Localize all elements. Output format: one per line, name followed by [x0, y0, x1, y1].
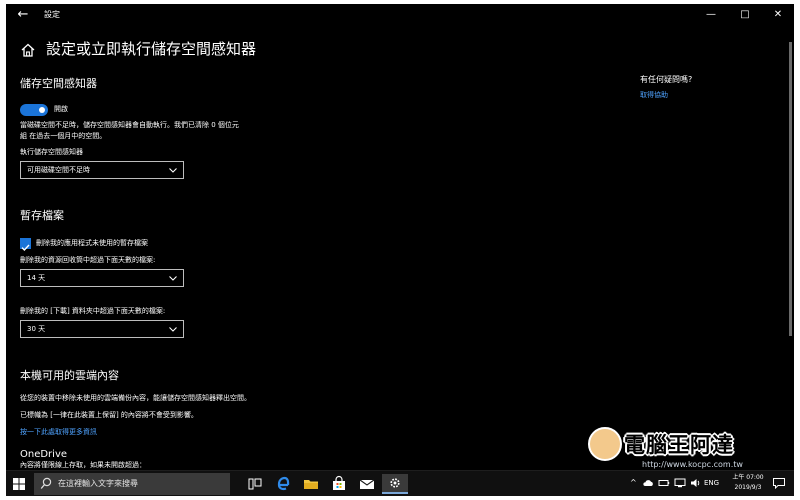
- clock[interactable]: 上午 07:00 2019/9/3: [726, 473, 770, 493]
- storage-sense-description-2: 組 在過去一個月中的空間。: [20, 132, 107, 140]
- cloud-description-1: 從您的裝置中移除未使用的雲端備份內容，能讓儲存空間感知器釋出空間。: [20, 394, 251, 402]
- mail-icon[interactable]: [354, 474, 380, 494]
- toggle-knob: [39, 107, 45, 113]
- search-placeholder: 在這裡輸入文字來搜尋: [58, 479, 138, 488]
- notification-icon[interactable]: [772, 477, 786, 489]
- chevron-down-icon: [169, 168, 177, 173]
- run-storage-sense-label: 執行儲存空間感知器: [20, 148, 83, 156]
- recycle-bin-label: 刪除我的資源回收筒中超過下面天數的檔案:: [20, 256, 156, 264]
- store-icon[interactable]: [326, 474, 352, 494]
- dropdown-value: 可用磁碟空間不足時: [27, 166, 90, 174]
- recycle-bin-days-dropdown[interactable]: 14 天: [20, 269, 184, 287]
- maximize-icon[interactable]: □: [728, 4, 762, 26]
- search-icon: [40, 477, 52, 489]
- clock-date: 2019/9/3: [734, 484, 762, 491]
- storage-sense-toggle[interactable]: [20, 104, 48, 116]
- clock-time: 上午 07:00: [732, 474, 764, 481]
- language-indicator[interactable]: ENG: [704, 476, 719, 490]
- home-icon[interactable]: [20, 42, 36, 58]
- watermark-url: http://www.kocpc.com.tw: [642, 460, 743, 469]
- file-explorer-icon[interactable]: [298, 474, 324, 494]
- network-icon[interactable]: [674, 478, 686, 488]
- temp-files-heading: 暫存檔案: [20, 209, 64, 222]
- close-icon[interactable]: ✕: [761, 4, 794, 26]
- watermark-mascot: [588, 427, 622, 461]
- cloud-content-heading: 本機可用的雲端內容: [20, 369, 119, 382]
- run-storage-sense-dropdown[interactable]: 可用磁碟空間不足時: [20, 161, 184, 179]
- settings-window: ← 設定 — □ ✕ 設定或立即執行儲存空間感知器 儲存空間感知器 開啟 當磁碟…: [6, 4, 794, 496]
- task-view-icon[interactable]: [242, 474, 268, 494]
- back-icon[interactable]: ←: [14, 6, 32, 24]
- taskbar-search-box[interactable]: 在這裡輸入文字來搜尋: [34, 473, 230, 495]
- watermark-logo: 電腦王阿達: [624, 433, 734, 457]
- downloads-days-dropdown[interactable]: 30 天: [20, 320, 184, 338]
- cloud-icon[interactable]: [642, 478, 654, 488]
- settings-icon[interactable]: [382, 474, 408, 494]
- toggle-label: 開啟: [54, 105, 68, 113]
- battery-icon[interactable]: [658, 478, 670, 488]
- tray-overflow-icon[interactable]: ^: [630, 476, 637, 490]
- volume-icon[interactable]: [690, 478, 702, 488]
- chevron-down-icon: [169, 276, 177, 281]
- get-help-link[interactable]: 取得協助: [640, 90, 668, 101]
- chevron-down-icon: [169, 327, 177, 332]
- storage-sense-heading: 儲存空間感知器: [20, 77, 97, 90]
- dropdown-value: 30 天: [27, 325, 46, 333]
- window-title: 設定: [44, 10, 60, 19]
- dropdown-value: 14 天: [27, 274, 46, 282]
- storage-sense-description-1: 當磁碟空間不足時，儲存空間感知器會自動執行。我們已清除 0 個位元: [20, 121, 239, 129]
- edge-icon[interactable]: [270, 474, 296, 494]
- checkmark-icon: [21, 244, 30, 252]
- cloud-description-2: 已標幟為 [一律在此裝置上保留] 的內容將不會受到影響。: [20, 411, 198, 419]
- help-heading: 有任何疑問嗎?: [640, 75, 693, 84]
- downloads-label: 刪除我的 [下載] 資料夾中超過下面天數的檔案:: [20, 307, 166, 315]
- delete-temp-files-checkbox[interactable]: [20, 238, 31, 252]
- scrollbar[interactable]: [789, 42, 792, 336]
- title-bar: ← 設定 — □ ✕: [6, 4, 794, 28]
- taskbar: 在這裡輸入文字來搜尋 ^ ENG 上午 07:00 2019/9/3: [6, 470, 794, 496]
- more-info-link[interactable]: 按一下此處取得更多資訊: [20, 427, 97, 438]
- windows-start-icon[interactable]: [10, 475, 28, 493]
- page-title: 設定或立即執行儲存空間感知器: [46, 40, 257, 58]
- minimize-icon[interactable]: —: [694, 4, 728, 26]
- delete-temp-files-label: 刪除我的應用程式未使用的暫存檔案: [36, 239, 148, 247]
